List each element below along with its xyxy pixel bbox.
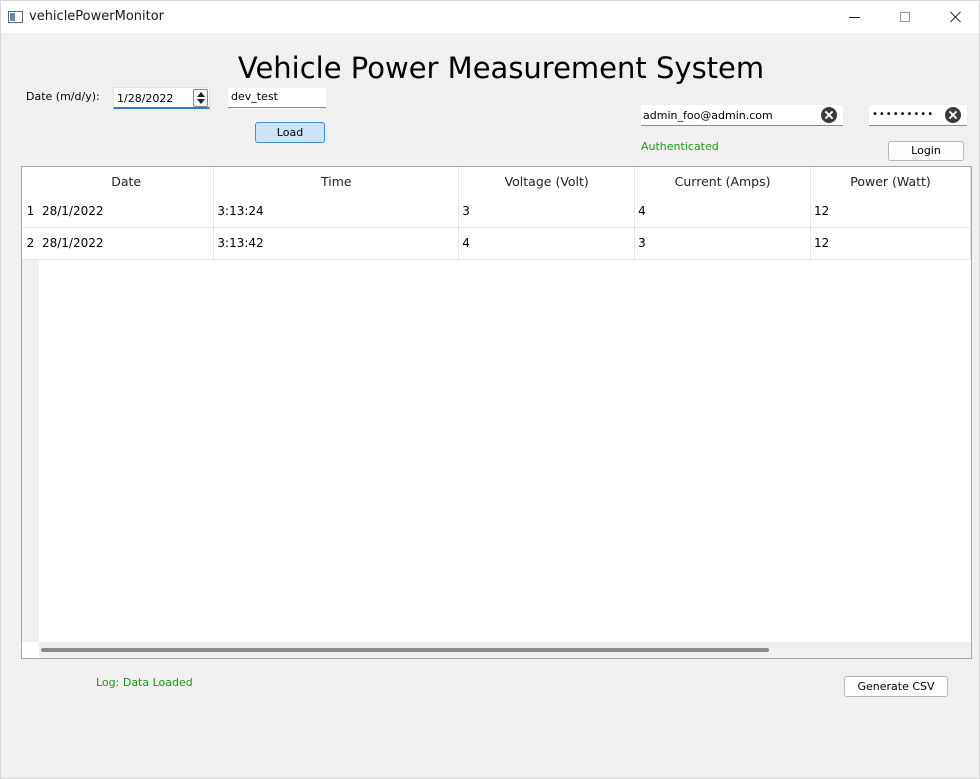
column-header-time[interactable]: Time: [213, 167, 460, 195]
close-button[interactable]: [933, 1, 979, 33]
cell-date[interactable]: 28/1/2022: [38, 195, 215, 228]
clear-email-icon[interactable]: [821, 107, 837, 123]
cell-time[interactable]: 3:13:24: [213, 195, 460, 228]
email-field[interactable]: admin_foo@admin.com: [641, 105, 843, 126]
column-header-voltage[interactable]: Voltage (Volt): [458, 167, 636, 195]
row-number[interactable]: 2: [22, 227, 39, 260]
minimize-icon: [848, 16, 860, 18]
cell-voltage[interactable]: 4: [458, 227, 636, 260]
maximize-button[interactable]: [882, 1, 928, 33]
cell-power[interactable]: 12: [810, 195, 971, 228]
horizontal-scrollbar[interactable]: [39, 642, 971, 658]
date-spinner[interactable]: [193, 89, 208, 107]
maximize-icon: [900, 12, 910, 22]
minimize-button[interactable]: [831, 1, 877, 33]
email-value: admin_foo@admin.com: [643, 109, 773, 122]
close-icon: [950, 11, 962, 23]
cell-date[interactable]: 28/1/2022: [38, 227, 215, 260]
data-table[interactable]: Date Time Voltage (Volt) Current (Amps) …: [21, 166, 972, 659]
cell-time[interactable]: 3:13:42: [213, 227, 460, 260]
page-title: Vehicle Power Measurement System: [237, 51, 765, 85]
spin-up-icon[interactable]: [197, 92, 205, 97]
app-window: vehiclePowerMonitor Vehicle Power Measur…: [0, 0, 980, 779]
load-button[interactable]: Load: [255, 122, 325, 143]
corner-cell[interactable]: [22, 167, 39, 195]
cell-current[interactable]: 3: [634, 227, 812, 260]
date-label: Date (m/d/y):: [26, 90, 100, 103]
database-input[interactable]: dev_test: [228, 88, 326, 108]
clear-password-icon[interactable]: [945, 107, 961, 123]
table-row[interactable]: 1 28/1/2022 3:13:24 3 4 12: [22, 195, 971, 228]
data-grid: Date Time Voltage (Volt) Current (Amps) …: [22, 167, 971, 260]
table-row[interactable]: 2 28/1/2022 3:13:42 4 3 12: [22, 227, 971, 260]
row-number[interactable]: 1: [22, 195, 39, 228]
login-button[interactable]: Login: [888, 141, 964, 161]
auth-status: Authenticated: [641, 140, 719, 153]
date-field[interactable]: 1/28/2022: [113, 87, 210, 109]
column-header-date[interactable]: Date: [38, 167, 215, 195]
app-icon: [8, 11, 23, 23]
password-value: •••••••••: [872, 109, 935, 120]
column-header-current[interactable]: Current (Amps): [634, 167, 812, 195]
password-field[interactable]: •••••••••: [869, 105, 967, 126]
cell-current[interactable]: 4: [634, 195, 812, 228]
generate-csv-button[interactable]: Generate CSV: [844, 676, 948, 697]
column-header-power[interactable]: Power (Watt): [810, 167, 971, 195]
title-bar: vehiclePowerMonitor: [1, 1, 979, 33]
scrollbar-thumb[interactable]: [41, 648, 769, 652]
log-status: Log: Data Loaded: [96, 676, 193, 689]
cell-voltage[interactable]: 3: [458, 195, 636, 228]
window-title: vehiclePowerMonitor: [29, 9, 165, 24]
header-row: Date Time Voltage (Volt) Current (Amps) …: [22, 167, 971, 195]
cell-power[interactable]: 12: [810, 227, 971, 260]
spin-down-icon[interactable]: [197, 99, 205, 104]
date-value: 1/28/2022: [117, 92, 174, 105]
